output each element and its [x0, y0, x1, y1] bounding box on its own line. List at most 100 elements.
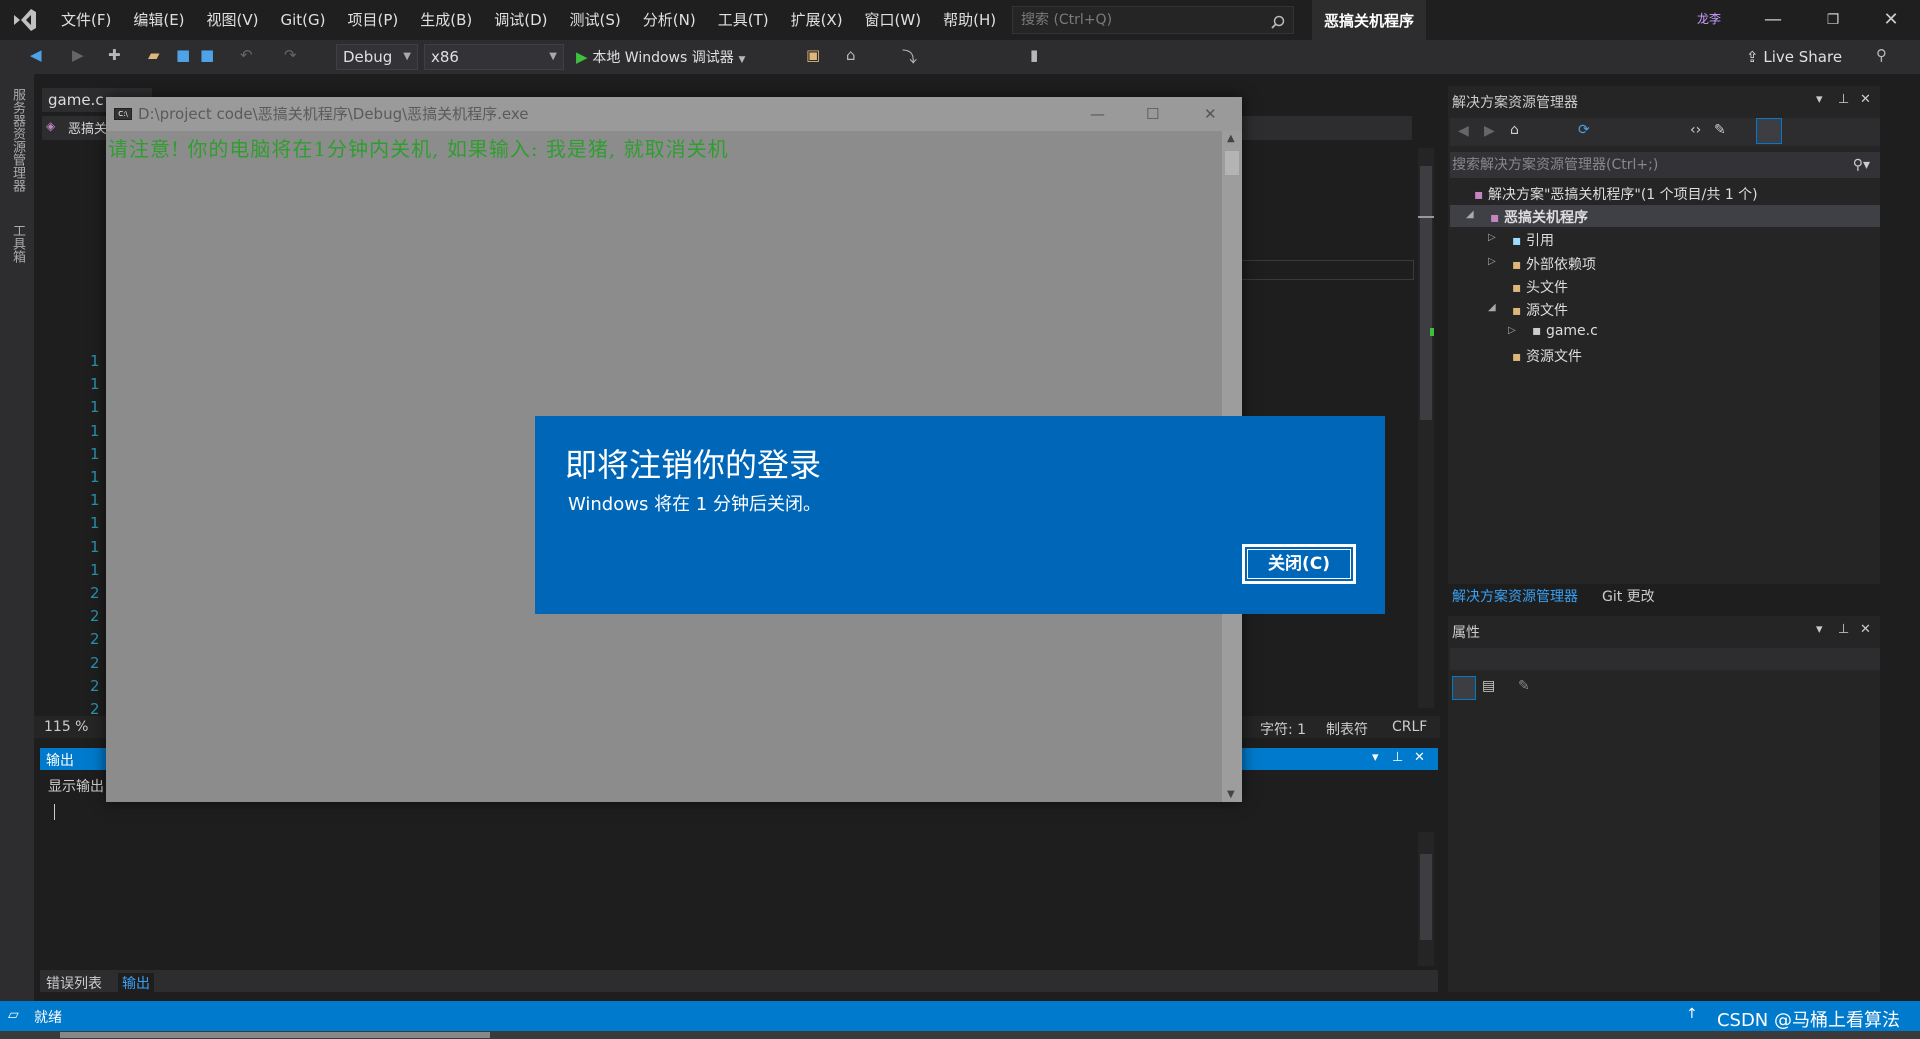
save-all-icon[interactable]: ■ — [200, 46, 214, 64]
menu-item[interactable]: 工具(T) — [707, 0, 780, 40]
menu-item[interactable]: 调试(D) — [483, 0, 558, 40]
save-icon[interactable]: ■ — [176, 46, 190, 64]
minimize-icon[interactable]: — — [1744, 0, 1802, 40]
tree-item-label: 源文件 — [1525, 303, 1568, 319]
maximize-icon[interactable]: ☐ — [1146, 97, 1159, 131]
menu-item[interactable]: Git(G) — [270, 0, 337, 40]
horizontal-scrollbar[interactable] — [0, 1031, 1920, 1039]
output-scroll-thumb[interactable] — [1420, 854, 1432, 940]
forward-icon[interactable]: ▶ — [1484, 123, 1495, 139]
tree-item-label: game.c — [1545, 323, 1598, 340]
property-pages-icon[interactable]: ▤ — [1482, 678, 1495, 694]
publish-icon[interactable]: ↑ — [1686, 1006, 1698, 1022]
close-button[interactable]: 关闭(C) — [1242, 544, 1356, 584]
search-input[interactable]: 搜索 (Ctrl+Q) — [1012, 6, 1294, 34]
redo-icon[interactable]: ↷ — [284, 46, 297, 64]
toolbox-tab[interactable]: 工具箱 — [8, 224, 27, 263]
tree-item[interactable]: ▷ ▪ 引用 — [1488, 230, 1554, 250]
home-icon[interactable]: ⌂ — [1510, 122, 1519, 138]
bookmark-icon[interactable]: ▮ — [1030, 46, 1038, 64]
step-icon[interactable]: ⤵ — [902, 46, 917, 67]
categorized-icon[interactable] — [1452, 676, 1476, 700]
platform-select[interactable]: x86 ▼ — [424, 44, 564, 70]
expand-icon[interactable]: ▷ — [1488, 232, 1496, 243]
start-debug-button[interactable]: ▶ 本地 Windows 调试器 ▼ — [576, 44, 745, 70]
tab-error-list[interactable]: 错误列表 — [46, 973, 102, 993]
tree-item[interactable]: ▪ 头文件 — [1512, 277, 1568, 297]
menu-item[interactable]: 帮助(H) — [932, 0, 1007, 40]
expand-icon[interactable]: ▷ — [1508, 325, 1516, 336]
undo-icon[interactable]: ↶ — [240, 46, 253, 64]
console-scroll-thumb[interactable] — [1225, 151, 1239, 175]
feedback-icon[interactable]: ⚲ — [1876, 46, 1887, 64]
forward-icon[interactable]: ▶ — [72, 46, 84, 64]
h-scroll-thumb[interactable] — [60, 1032, 490, 1038]
tree-item[interactable]: ◢ ▪ 源文件 — [1488, 300, 1568, 320]
tree-item[interactable]: ▷ ▪ 外部依赖项 — [1488, 254, 1596, 274]
menu-item[interactable]: 项目(P) — [337, 0, 410, 40]
collapse-icon[interactable]: ◢ — [1488, 302, 1496, 313]
menu-item[interactable]: 测试(S) — [559, 0, 632, 40]
wrench-icon[interactable]: ✎ — [1518, 678, 1530, 694]
user-badge[interactable]: 龙李 — [1697, 10, 1721, 27]
scroll-down-icon[interactable]: ▼ — [1227, 789, 1235, 800]
preview-icon[interactable]: ⌂ — [846, 46, 856, 64]
tree-item[interactable]: ▪ 资源文件 — [1512, 346, 1582, 366]
minimize-icon[interactable]: — — [1090, 97, 1105, 131]
panel-menu-icon[interactable]: ▾ — [1816, 92, 1823, 107]
line-ending[interactable]: CRLF — [1392, 719, 1427, 735]
menu-item[interactable]: 视图(V) — [196, 0, 270, 40]
back-icon[interactable]: ◀ — [1458, 123, 1469, 139]
close-icon[interactable]: ✕ — [1862, 0, 1920, 40]
tab-solution-explorer[interactable]: 解决方案资源管理器 — [1452, 586, 1578, 606]
close-panel-icon[interactable]: ✕ — [1860, 92, 1871, 107]
indent-mode[interactable]: 制表符 — [1326, 719, 1368, 739]
tree-item[interactable]: ◢ ▪ 恶搞关机程序 — [1466, 207, 1588, 227]
nav-project-label[interactable]: 恶搞关 — [68, 118, 107, 137]
sync-icon[interactable]: ⟳ — [1578, 122, 1590, 138]
preview-toggle-icon[interactable] — [1756, 118, 1782, 144]
panel-menu-icon[interactable]: ▾ — [1816, 622, 1823, 637]
menu-item[interactable]: 文件(F) — [50, 0, 122, 40]
scroll-up-icon[interactable]: ▲ — [1227, 133, 1235, 144]
visual-studio-logo-icon[interactable] — [0, 0, 50, 40]
tree-item[interactable]: ▪ 解决方案"恶搞关机程序"(1 个项目/共 1 个) — [1474, 184, 1758, 204]
code-view-icon[interactable]: ‹› — [1690, 122, 1701, 138]
tab-git-changes[interactable]: Git 更改 — [1602, 586, 1655, 606]
tab-output[interactable]: 输出 — [118, 973, 154, 993]
back-icon[interactable]: ◀ — [30, 46, 42, 64]
close-panel-icon[interactable]: ✕ — [1860, 622, 1871, 637]
expand-icon[interactable]: ▷ — [1488, 256, 1496, 267]
restore-icon[interactable]: ❐ — [1804, 0, 1862, 40]
solution-search-input[interactable]: 搜索解决方案资源管理器(Ctrl+;) ⚲▾ — [1450, 152, 1880, 178]
line-number: 2 — [90, 630, 100, 649]
config-select[interactable]: Debug ▼ — [336, 44, 418, 70]
wrench-icon[interactable]: ✎ — [1714, 122, 1726, 138]
output-scrollbar[interactable] — [1418, 832, 1434, 966]
properties-object-select[interactable] — [1450, 648, 1880, 670]
new-item-icon[interactable]: ✚ — [108, 46, 121, 64]
browse-icon[interactable]: ▣ — [806, 46, 820, 64]
server-explorer-tab[interactable]: 服务器资源管理器 — [8, 88, 27, 192]
tree-item[interactable]: ▷ ▪ game.c — [1508, 323, 1598, 340]
editor-vertical-scrollbar[interactable] — [1418, 148, 1434, 708]
collapse-icon[interactable]: ◢ — [1466, 209, 1474, 220]
open-folder-icon[interactable]: ▰ — [148, 46, 160, 64]
pin-icon[interactable]: ⊥ — [1838, 622, 1849, 637]
menu-item[interactable]: 编辑(E) — [122, 0, 195, 40]
zoom-level[interactable]: 115 % — [44, 719, 88, 735]
live-share-button[interactable]: ⇪ Live Share — [1746, 48, 1842, 66]
menu-item[interactable]: 扩展(X) — [780, 0, 854, 40]
close-panel-icon[interactable]: ✕ — [1414, 750, 1425, 765]
close-icon[interactable]: ✕ — [1204, 97, 1217, 131]
scroll-thumb[interactable] — [1420, 166, 1432, 420]
menu-item[interactable]: 分析(N) — [632, 0, 707, 40]
menu-item[interactable]: 生成(B) — [409, 0, 483, 40]
pin-icon[interactable]: ⊥ — [1838, 92, 1849, 107]
console-title-bar[interactable]: C:\ D:\project code\恶搞关机程序\Debug\恶搞关机程序.… — [106, 97, 1242, 131]
console-path: D:\project code\恶搞关机程序\Debug\恶搞关机程序.exe — [138, 105, 529, 123]
bottom-tabs: 错误列表 输出 — [40, 970, 1438, 993]
pin-icon[interactable]: ⊥ — [1392, 750, 1403, 765]
panel-menu-icon[interactable]: ▾ — [1372, 750, 1379, 765]
menu-item[interactable]: 窗口(W) — [854, 0, 933, 40]
